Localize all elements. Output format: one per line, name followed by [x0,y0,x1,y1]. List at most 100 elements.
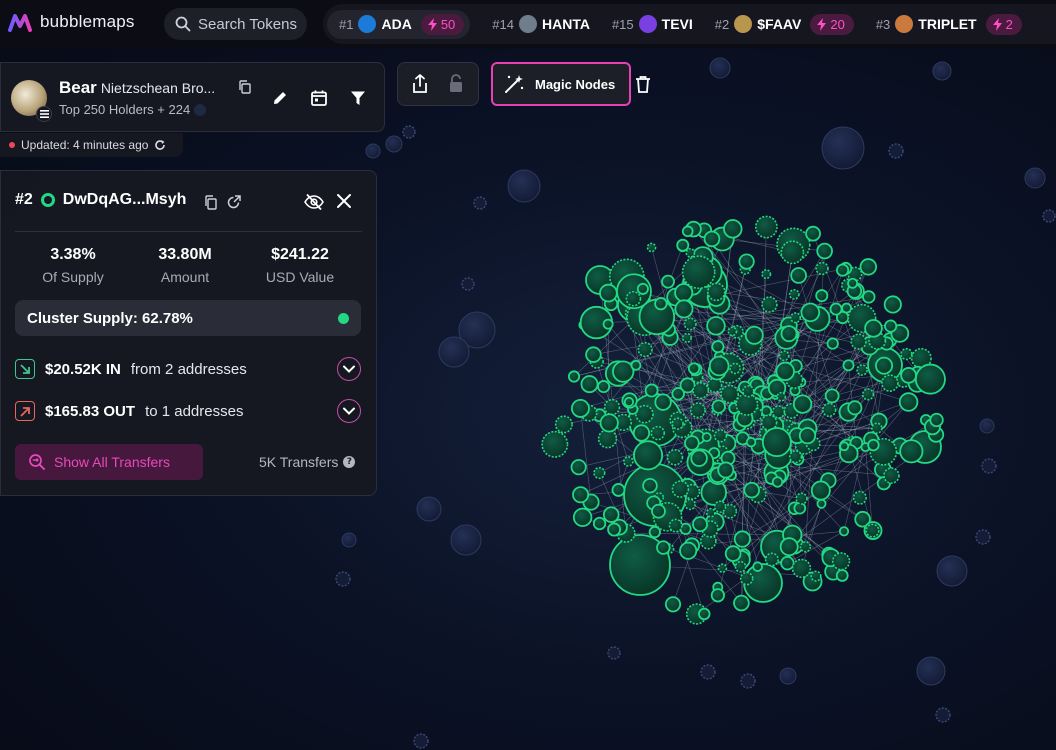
holder-bubble[interactable] [710,588,725,603]
holder-bubble[interactable] [690,449,708,467]
holder-bubble[interactable] [720,384,740,404]
holder-bubble[interactable] [717,563,728,573]
holder-bubble[interactable] [650,425,666,441]
holder-bubble[interactable] [709,57,731,79]
holder-bubble[interactable] [761,296,778,313]
hide-eye-icon[interactable] [304,193,324,211]
holder-bubble[interactable] [740,673,756,689]
holder-bubble[interactable] [438,336,470,368]
holder-bubble[interactable] [656,540,671,555]
holder-bubble[interactable] [975,529,991,545]
holder-bubble[interactable] [727,326,738,337]
holder-bubble[interactable] [636,282,649,295]
copy-icon[interactable] [238,80,252,94]
holder-bubble[interactable] [831,552,851,571]
help-icon[interactable]: ? [343,456,356,468]
holder-bubble[interactable] [735,392,759,416]
holder-bubble[interactable] [738,253,755,270]
close-icon[interactable] [337,194,351,208]
holder-bubble[interactable] [473,196,487,210]
show-all-transfers-button[interactable]: Show All Transfers [15,444,203,480]
holder-bubble[interactable] [805,225,821,242]
holder-bubble[interactable] [816,498,827,509]
holder-bubble[interactable] [771,405,786,419]
holder-bubble[interactable] [881,374,899,392]
holder-bubble[interactable] [864,319,883,338]
holder-bubble[interactable] [871,422,883,434]
holder-bubble[interactable] [707,282,726,302]
holder-bubble[interactable] [597,380,611,394]
holder-bubble[interactable] [723,219,743,239]
holder-bubble[interactable] [684,498,696,511]
holder-bubble[interactable] [692,516,708,533]
holder-bubble[interactable] [883,295,902,314]
holder-bubble[interactable] [711,399,726,414]
expand-outflow-button[interactable] [337,399,361,423]
holder-bubble[interactable] [847,277,859,289]
refresh-icon[interactable] [154,139,166,151]
boost-badge[interactable]: 2 [985,13,1022,35]
ticker-item[interactable]: #15 TEVI [612,15,693,33]
holder-bubble[interactable] [580,375,599,394]
holder-bubble[interactable] [743,481,760,499]
holder-bubble[interactable] [788,288,800,300]
holder-bubble[interactable] [607,522,622,537]
holder-bubble[interactable] [821,126,865,170]
holder-bubble[interactable] [681,255,716,290]
holder-bubble[interactable] [402,125,416,139]
holder-bubble[interactable] [607,646,621,660]
holder-bubble[interactable] [798,427,817,445]
holder-bubble[interactable] [671,480,690,498]
holder-bubble[interactable] [815,289,829,303]
holder-bubble[interactable] [450,524,482,556]
holder-bubble[interactable] [701,432,712,443]
holder-bubble[interactable] [883,467,900,484]
holder-bubble[interactable] [935,707,951,723]
holder-bubble[interactable] [646,242,657,253]
holder-bubble[interactable] [717,461,735,479]
holder-bubble[interactable] [791,558,812,579]
holder-bubble[interactable] [761,269,772,280]
holder-bubble[interactable] [816,242,833,260]
holder-bubble[interactable] [700,664,716,680]
holder-bubble[interactable] [385,135,403,153]
boost-badge[interactable]: 20 [810,13,854,35]
holder-bubble[interactable] [745,436,757,448]
holder-bubble[interactable] [671,387,685,401]
holder-bubble[interactable] [875,356,894,375]
holder-bubble[interactable] [776,391,787,402]
holder-bubble[interactable] [570,459,587,476]
unlinked-bubbles[interactable] [335,57,1056,749]
holder-bubble[interactable] [744,325,764,345]
holder-bubble[interactable] [679,541,698,560]
holder-bubble[interactable] [742,385,755,398]
holder-bubble[interactable] [676,238,690,252]
holder-bubble[interactable] [713,429,728,443]
holder-bubble[interactable] [611,483,626,497]
holder-bubble[interactable] [685,247,696,258]
holder-bubble[interactable] [654,297,668,311]
holder-bubble[interactable] [597,429,618,449]
holder-bubble[interactable] [599,283,618,303]
holder-bubble[interactable] [541,430,569,458]
holder-bubble[interactable] [779,667,797,685]
magic-nodes-button[interactable]: Magic Nodes [491,62,631,106]
holder-bubble[interactable] [592,516,607,531]
edit-button[interactable] [269,87,291,109]
holder-bubble[interactable] [836,263,850,277]
holder-bubble[interactable] [936,555,968,587]
holder-bubble[interactable] [585,346,602,363]
address-short[interactable]: DwDqAG...Msyh [63,191,187,209]
holder-bubble[interactable] [713,500,727,513]
holder-bubble[interactable] [914,363,946,395]
holder-bubble[interactable] [461,277,475,291]
holder-bubble[interactable] [810,570,822,582]
ticker-item[interactable]: #2 $FAAV 20 [715,13,854,35]
holder-bubble[interactable] [780,240,805,265]
holder-bubble[interactable] [733,530,751,548]
holder-bubble[interactable] [884,319,898,333]
lock-icon[interactable] [448,74,464,94]
holder-bubble[interactable] [698,607,711,621]
holder-bubble[interactable] [603,398,621,416]
holder-bubble[interactable] [824,388,840,404]
